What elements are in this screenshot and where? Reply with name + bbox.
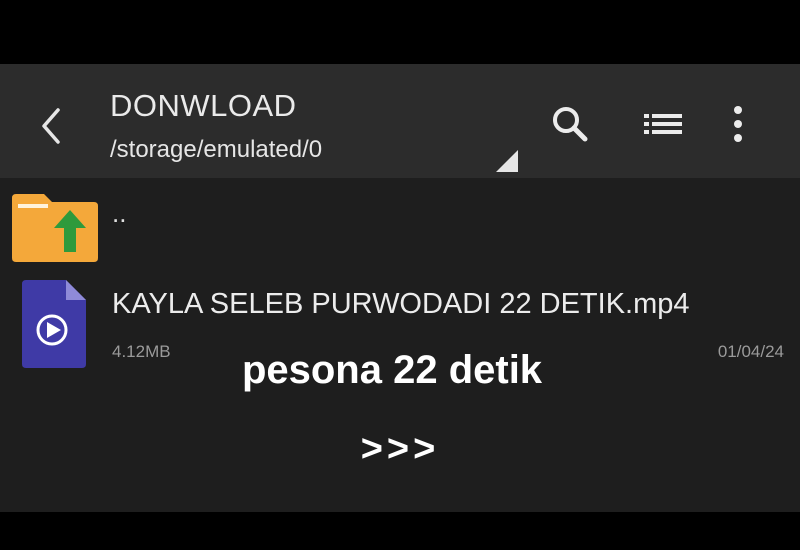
overlay-caption: pesona 22 detik xyxy=(0,348,800,393)
search-button[interactable] xyxy=(548,102,592,146)
overlay-arrows: >>> xyxy=(360,428,440,470)
bottom-area xyxy=(0,512,800,550)
folder-path[interactable]: /storage/emulated/0 xyxy=(110,136,322,164)
more-options-button[interactable] xyxy=(716,102,760,146)
list-view-icon xyxy=(644,114,682,134)
parent-folder-label: .. xyxy=(112,198,127,228)
parent-folder-row[interactable]: .. xyxy=(0,178,800,268)
overlay-caption-text: pesona 22 detik xyxy=(241,348,543,392)
back-button[interactable] xyxy=(30,104,74,148)
folder-up-icon xyxy=(12,194,98,262)
search-icon xyxy=(553,107,588,142)
status-area xyxy=(0,0,800,64)
back-arrow-icon xyxy=(42,108,60,144)
folder-title: DONWLOAD xyxy=(110,88,297,123)
view-mode-button[interactable] xyxy=(642,102,686,146)
app-bar: DONWLOAD /storage/emulated/0 xyxy=(0,64,800,178)
path-dropdown-icon[interactable] xyxy=(496,150,518,172)
file-name: KAYLA SELEB PURWODADI 22 DETIK.mp4 xyxy=(112,288,690,320)
more-vert-icon xyxy=(734,106,742,142)
